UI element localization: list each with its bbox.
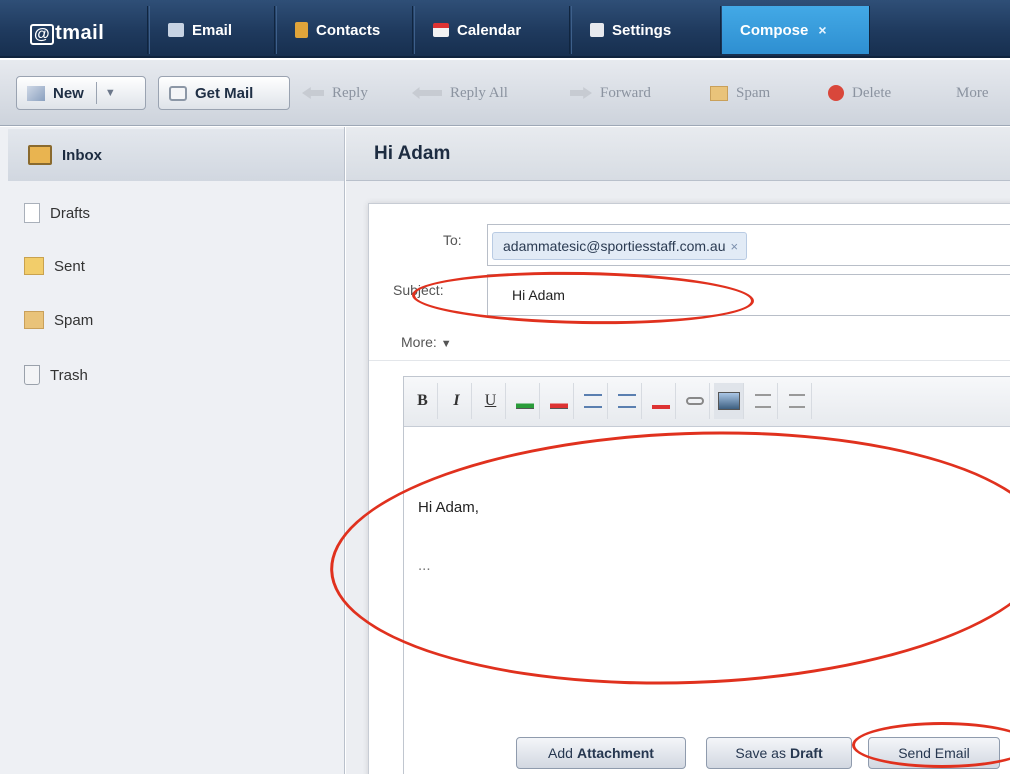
page-title: Hi Adam (346, 127, 1010, 181)
nav-tab-compose[interactable]: Compose × (722, 6, 870, 54)
font-color-button[interactable] (510, 383, 540, 419)
bullet-list-icon (788, 394, 805, 408)
pen-button[interactable] (646, 383, 676, 419)
body-ellipsis: ... (418, 557, 431, 574)
spam-folder-icon (710, 85, 728, 101)
sidebar-item-inbox[interactable]: Inbox (8, 129, 344, 181)
body-greeting: Hi Adam, (418, 499, 479, 516)
bold-button[interactable]: B (408, 383, 438, 419)
address-book-icon (295, 22, 308, 38)
sidebar-item-spam[interactable]: Spam (24, 311, 93, 329)
underline-button[interactable]: U (476, 383, 506, 419)
folder-sidebar: Inbox Drafts Sent Spam Trash (0, 127, 345, 774)
document-icon (24, 203, 40, 223)
highlight-button[interactable] (544, 383, 574, 419)
remove-recipient-icon[interactable]: × (731, 239, 739, 254)
indent-icon (583, 394, 602, 408)
divider (369, 360, 1010, 361)
nav-tab-email[interactable]: Email (149, 6, 275, 54)
numbered-list-icon (754, 394, 771, 408)
compose-pane: Hi Adam To: adammatesic@sportiesstaff.co… (346, 127, 1010, 774)
inbox-tray-icon (169, 85, 187, 101)
nav-tab-settings[interactable]: Settings (571, 6, 721, 54)
formatting-toolbar: B I U (404, 377, 1010, 427)
numbered-list-button[interactable] (748, 383, 778, 419)
recipient-chip[interactable]: adammatesic@sportiesstaff.com.au × (492, 232, 748, 260)
font-color-icon (515, 393, 534, 409)
chevron-down-icon: ▼ (440, 338, 452, 350)
atmail-logo: @ tmail (30, 22, 104, 45)
sent-folder-icon (24, 257, 44, 275)
chevron-down-icon[interactable]: ▼ (105, 87, 116, 99)
delete-icon (828, 85, 844, 101)
italic-button[interactable]: I (442, 383, 472, 419)
nav-tab-contacts[interactable]: Contacts (276, 6, 413, 54)
compose-icon (27, 85, 45, 101)
settings-icon (590, 23, 604, 37)
mail-toolbar: New ▼ Get Mail Reply Reply All Forward S… (0, 60, 1010, 126)
subject-value: Hi Adam (512, 287, 565, 303)
more-button[interactable]: More (956, 76, 989, 110)
more-options-toggle[interactable]: More: ▼ (401, 334, 452, 350)
message-editor[interactable]: B I U Hi Adam, ... Add Attachment Save a… (403, 376, 1010, 774)
to-field[interactable]: adammatesic@sportiesstaff.com.au × (487, 224, 1010, 266)
logo-tab[interactable]: @ tmail (0, 6, 148, 54)
reply-all-arrow-icon (412, 87, 442, 99)
send-email-button[interactable]: Send Email (868, 737, 1000, 769)
close-icon[interactable]: × (818, 22, 826, 38)
highlight-icon (549, 393, 568, 409)
delete-button[interactable]: Delete (828, 76, 891, 110)
link-button[interactable] (680, 383, 710, 419)
outdent-icon (617, 394, 636, 408)
indent-button[interactable] (578, 383, 608, 419)
reply-arrow-icon (302, 87, 324, 99)
get-mail-button[interactable]: Get Mail (158, 76, 290, 110)
add-attachment-button[interactable]: Add Attachment (516, 737, 686, 769)
link-icon (685, 397, 704, 405)
trash-icon (24, 365, 40, 385)
to-label: To: (443, 232, 462, 248)
envelope-icon (168, 23, 184, 37)
calendar-icon (433, 23, 449, 37)
nav-tab-calendar[interactable]: Calendar (414, 6, 570, 54)
subject-field[interactable]: Hi Adam (487, 274, 1010, 316)
reply-button[interactable]: Reply (302, 76, 368, 110)
bullet-list-button[interactable] (782, 383, 812, 419)
sidebar-item-sent[interactable]: Sent (24, 257, 85, 275)
forward-arrow-icon (570, 87, 592, 99)
spam-folder-icon (24, 311, 44, 329)
pen-icon (651, 393, 670, 409)
image-button[interactable] (714, 383, 744, 419)
outdent-button[interactable] (612, 383, 642, 419)
image-icon (717, 392, 740, 410)
subject-label: Subject: (393, 282, 444, 298)
divider (95, 82, 97, 104)
spam-button[interactable]: Spam (710, 76, 770, 110)
reply-all-button[interactable]: Reply All (412, 76, 508, 110)
forward-button[interactable]: Forward (570, 76, 651, 110)
inbox-icon (28, 145, 52, 165)
top-navigation: @ tmail Email Contacts Calendar Settings … (0, 0, 1010, 58)
new-button[interactable]: New ▼ (16, 76, 146, 110)
sidebar-item-drafts[interactable]: Drafts (24, 203, 90, 223)
save-draft-button[interactable]: Save as Draft (706, 737, 852, 769)
compose-form: To: adammatesic@sportiesstaff.com.au × S… (368, 203, 1010, 774)
sidebar-item-trash[interactable]: Trash (24, 365, 88, 385)
